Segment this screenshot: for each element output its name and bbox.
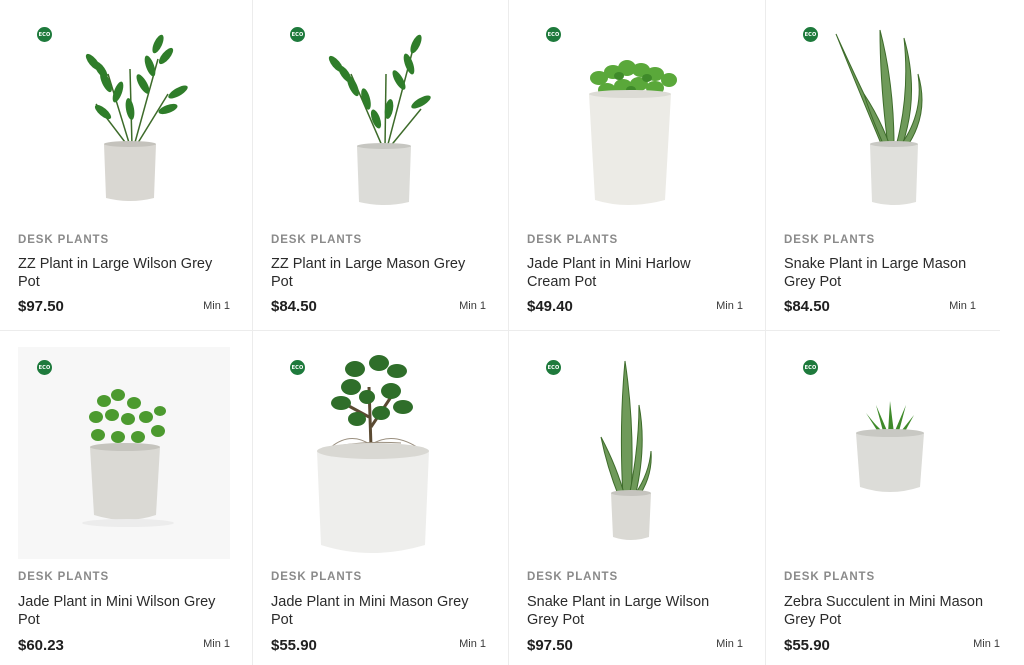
jade-plant-illustration	[317, 355, 429, 553]
product-category: DESK PLANTS	[784, 234, 876, 246]
jade-plant-illustration	[82, 389, 174, 527]
product-price: $84.50	[784, 298, 830, 315]
product-title[interactable]: Snake Plant in Large Wilson Grey Pot	[527, 593, 727, 629]
eco-badge: ECO	[37, 27, 52, 42]
product-title[interactable]: Jade Plant in Mini Wilson Grey Pot	[18, 593, 218, 629]
eco-badge: ECO	[290, 360, 305, 375]
product-card[interactable]: ECO DESK PLANTS Zebra Succulent in Mini …	[766, 331, 1024, 665]
eco-badge: ECO	[37, 360, 52, 375]
min-quantity: Min 1	[716, 638, 743, 650]
product-category: DESK PLANTS	[527, 571, 619, 583]
product-image[interactable]: ECO	[527, 14, 739, 226]
product-image[interactable]: ECO	[784, 347, 996, 559]
product-grid: ECO DESK PLANTS ZZ Plant in Large Wilson…	[0, 0, 1024, 665]
product-card[interactable]: ECO	[0, 0, 253, 331]
jade-plant-illustration	[589, 60, 677, 205]
product-card[interactable]: ECO	[253, 0, 509, 331]
product-title[interactable]: Snake Plant in Large Mason Grey Pot	[784, 255, 984, 291]
product-title[interactable]: ZZ Plant in Large Wilson Grey Pot	[18, 255, 218, 291]
min-quantity: Min 1	[459, 638, 486, 650]
eco-badge: ECO	[546, 360, 561, 375]
zebra-succulent-illustration	[856, 401, 924, 492]
product-price: $60.23	[18, 637, 64, 654]
product-price: $49.40	[527, 298, 573, 315]
product-category: DESK PLANTS	[18, 571, 110, 583]
product-image[interactable]: ECO	[18, 347, 230, 559]
eco-badge: ECO	[803, 27, 818, 42]
product-category: DESK PLANTS	[527, 234, 619, 246]
product-card[interactable]: ECO DESK PLANTS Snake Plant in Large Wil…	[509, 331, 766, 665]
product-title[interactable]: Zebra Succulent in Mini Mason Grey Pot	[784, 593, 984, 629]
eco-badge: ECO	[803, 360, 818, 375]
product-price: $55.90	[271, 637, 317, 654]
product-card[interactable]: ECO DESK PLANTS Jade Plant in Mini Harlo…	[509, 0, 766, 331]
min-quantity: Min 1	[949, 300, 976, 312]
product-category: DESK PLANTS	[271, 234, 363, 246]
product-image[interactable]: ECO	[527, 347, 739, 559]
product-category: DESK PLANTS	[784, 571, 876, 583]
eco-badge: ECO	[546, 27, 561, 42]
min-quantity: Min 1	[203, 300, 230, 312]
product-title[interactable]: Jade Plant in Mini Harlow Cream Pot	[527, 255, 727, 291]
snake-plant-illustration	[835, 29, 923, 205]
min-quantity: Min 1	[716, 300, 743, 312]
product-card[interactable]: ECO DESK PLANTS Snake Plant in Large Mas…	[766, 0, 1000, 331]
product-image[interactable]: ECO	[271, 14, 483, 226]
product-image[interactable]: ECO	[18, 14, 230, 226]
product-image[interactable]: ECO	[271, 347, 483, 559]
product-category: DESK PLANTS	[18, 234, 110, 246]
zz-plant-illustration	[85, 34, 188, 201]
product-title[interactable]: Jade Plant in Mini Mason Grey Pot	[271, 593, 471, 629]
min-quantity: Min 1	[203, 638, 230, 650]
product-price: $84.50	[271, 298, 317, 315]
eco-badge: ECO	[290, 27, 305, 42]
product-price: $97.50	[527, 637, 573, 654]
product-card[interactable]: ECO DESK PLANTS Jade Plant in Mini Mason…	[253, 331, 509, 665]
product-title[interactable]: ZZ Plant in Large Mason Grey Pot	[271, 255, 471, 291]
min-quantity: Min 1	[459, 300, 486, 312]
product-price: $97.50	[18, 298, 64, 315]
product-category: DESK PLANTS	[271, 571, 363, 583]
snake-plant-illustration	[600, 360, 652, 540]
zz-plant-illustration	[328, 34, 431, 205]
min-quantity: Min 1	[973, 638, 1000, 650]
product-card[interactable]: ECO DESK PLANTS Jade Plant in Mini Wilso…	[0, 331, 253, 665]
product-price: $55.90	[784, 637, 830, 654]
product-image[interactable]: ECO	[784, 14, 996, 226]
